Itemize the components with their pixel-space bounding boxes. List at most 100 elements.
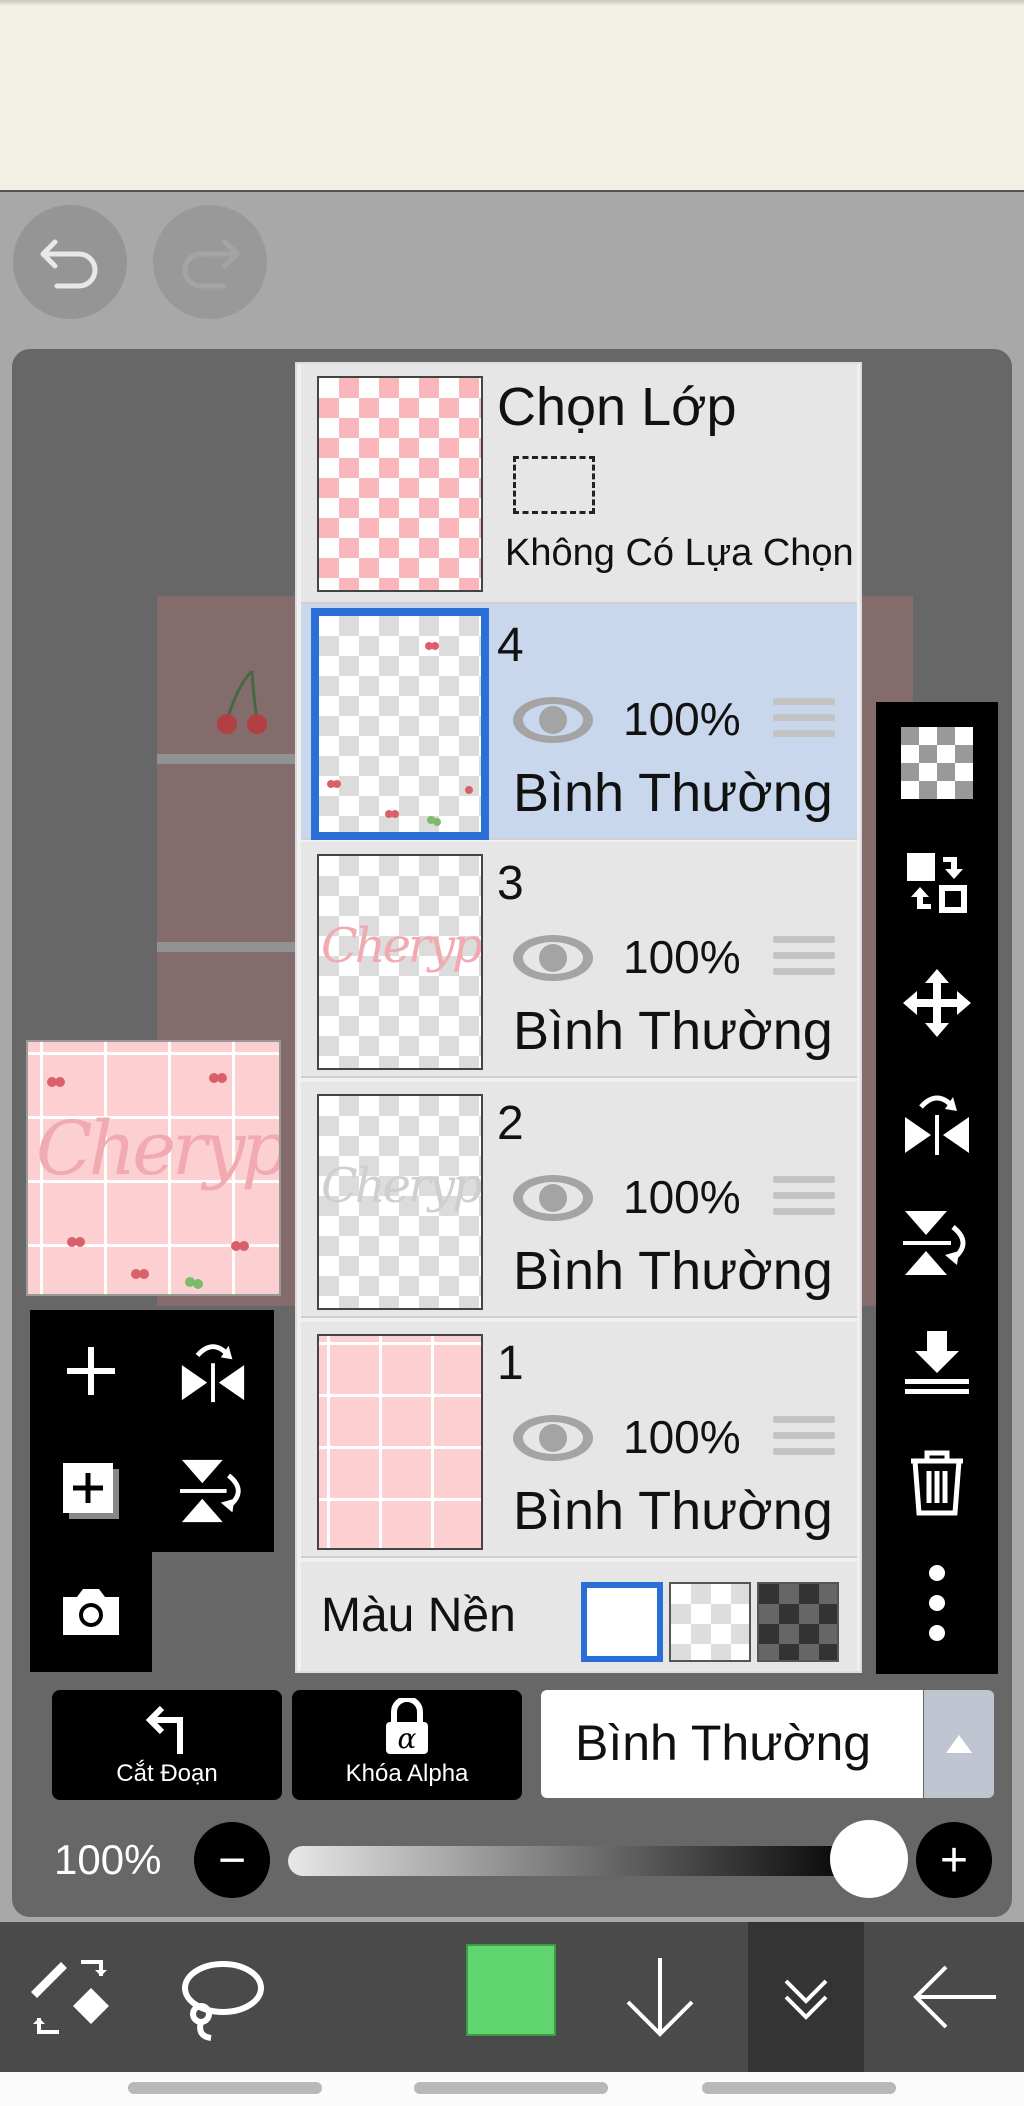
brush-eraser-toggle[interactable] [20,1922,120,2072]
opacity-slider-track[interactable] [288,1846,866,1876]
nav-handle[interactable] [128,2082,322,2094]
drag-handle-icon[interactable] [773,936,835,986]
background-color-row: Màu Nền [301,1562,857,1671]
background-white-swatch[interactable] [581,1582,663,1662]
layer-thumbnail: Cherypi [317,854,483,1070]
layer-row-4[interactable]: 4 100% Bình Thường [301,604,857,840]
flip-horizontal-tool[interactable] [892,1078,982,1168]
canvas-preview[interactable]: Cherypi [26,1040,281,1296]
checkerboard-icon [901,727,973,799]
more-vertical-icon [929,1565,945,1641]
alpha-lock-label: Khóa Alpha [345,1760,469,1787]
clipping-button[interactable]: Cắt Đoạn [52,1690,282,1800]
flip-canvas-horizontal-button[interactable] [152,1310,274,1432]
scroll-down-button[interactable] [610,1922,710,2072]
plus-icon [67,1347,115,1395]
selection-layer-row[interactable]: Chọn Lớp Không Có Lựa Chọn [301,364,857,604]
merge-down-icon [905,1331,969,1394]
merge-down-tool[interactable] [892,1318,982,1408]
trash-icon [911,1450,963,1516]
transparency-tool[interactable] [892,718,982,808]
layer-blend-mode: Bình Thường [513,1001,833,1061]
chevron-double-down-icon [784,1979,828,2020]
add-copy-icon [63,1463,119,1519]
swap-icon [907,853,967,913]
duplicate-layer-button[interactable] [30,1430,152,1552]
flip-horizontal-icon [905,1095,969,1155]
drag-handle-icon[interactable] [773,1176,835,1226]
flip-canvas-vertical-button[interactable] [152,1430,274,1552]
layer-list[interactable]: Chọn Lớp Không Có Lựa Chọn 4 100% Bình T… [295,362,862,1673]
drag-handle-icon[interactable] [773,698,835,748]
camera-import-button[interactable] [30,1550,152,1672]
blend-mode-select[interactable]: Bình Thường [541,1690,923,1798]
more-options-button[interactable] [892,1558,982,1648]
opacity-decrease-button[interactable]: − [194,1822,270,1898]
delete-layer-tool[interactable] [892,1438,982,1528]
lasso-tool[interactable] [170,1922,270,2072]
layer-number: 1 [497,1337,524,1390]
selection-thumbnail [317,376,483,592]
background-dark-swatch[interactable] [757,1582,839,1662]
collapse-panel-button[interactable] [748,1922,864,2072]
background-transparent-swatch[interactable] [669,1582,751,1662]
layer-blend-mode: Bình Thường [513,1481,833,1541]
layer-thumbnail [317,1334,483,1550]
visibility-eye-icon[interactable] [511,694,595,746]
canvas-gridline [157,754,297,764]
blend-mode-dropdown-arrow[interactable] [924,1690,994,1798]
canvas-gridline [157,942,297,952]
swap-layer-tool[interactable] [892,838,982,928]
flip-vertical-tool[interactable] [892,1198,982,1288]
layer-opacity: 100% [623,693,741,745]
left-tools-panel [30,1310,274,1672]
blend-mode-value: Bình Thường [575,1715,872,1771]
redo-button[interactable] [153,205,267,319]
visibility-eye-icon[interactable] [511,932,595,984]
selection-marquee-icon [513,456,595,514]
clipping-label: Cắt Đoạn [116,1760,218,1787]
layer-blend-mode: Bình Thường [513,1241,833,1301]
arrow-left-icon [913,1965,996,2029]
layer-number: 3 [497,857,524,910]
alpha-lock-button[interactable]: α Khóa Alpha [292,1690,522,1800]
opacity-increase-button[interactable]: + [916,1822,992,1898]
arrow-down-icon [626,1958,694,2037]
canvas-top-area [0,0,1024,192]
layer-number: 2 [497,1097,524,1150]
camera-icon [63,1589,119,1635]
minus-icon: − [217,1833,247,1887]
undo-button[interactable] [13,205,127,319]
layer-tools-bar [876,702,998,1674]
move-tool[interactable] [892,958,982,1048]
flip-vertical-icon [179,1459,241,1523]
layer-thumbnail [311,608,489,840]
layer-row-2[interactable]: Cherypi 2 100% Bình Thường [301,1082,857,1318]
selection-status: Không Có Lựa Chọn [505,532,854,574]
lock-alpha-icon: α [386,1698,428,1755]
layer-row-1[interactable]: 1 100% Bình Thường [301,1322,857,1558]
add-layer-button[interactable] [30,1310,152,1432]
undo-icon [40,239,98,289]
nav-handle[interactable] [702,2082,896,2094]
layer-opacity: 100% [623,1411,741,1463]
layer-opacity: 100% [623,931,741,983]
visibility-eye-icon[interactable] [511,1172,595,1224]
cherry-decor-icon [47,1073,249,1289]
caret-up-icon [946,1735,972,1753]
plus-icon: + [939,1833,969,1887]
nav-handle[interactable] [414,2082,608,2094]
flip-vertical-icon [903,1211,966,1275]
current-color-swatch[interactable] [466,1944,556,2036]
move-icon [903,969,971,1037]
cherry-decor-icon [327,642,473,826]
opacity-slider-knob[interactable] [830,1820,908,1898]
layer-number: 4 [497,619,524,672]
layer-row-3[interactable]: Cherypi 3 100% Bình Thường [301,842,857,1078]
clipping-arrow-icon [145,1705,183,1754]
back-button[interactable] [900,1922,1010,2072]
redo-icon [182,239,240,289]
selection-layer-title: Chọn Lớp [497,377,737,437]
visibility-eye-icon[interactable] [511,1412,595,1464]
drag-handle-icon[interactable] [773,1416,835,1466]
